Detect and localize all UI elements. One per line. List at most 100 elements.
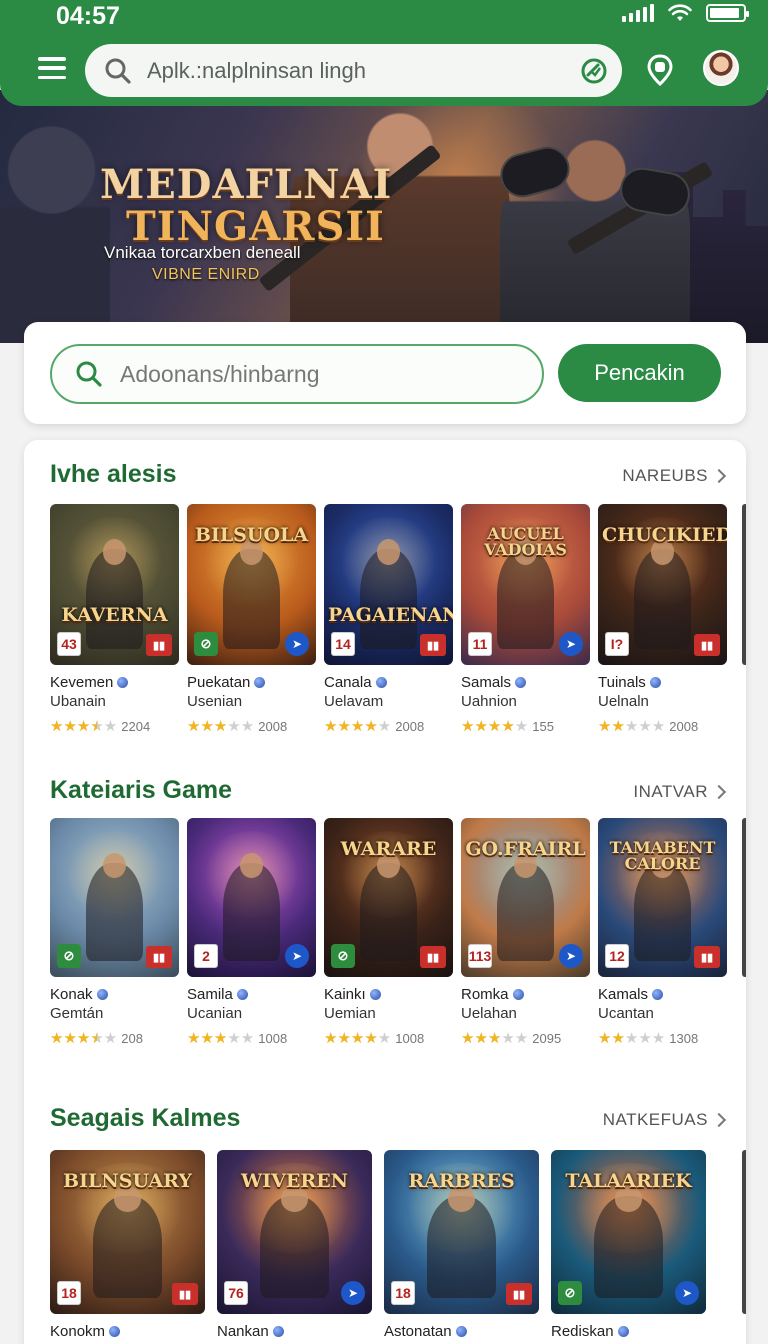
publisher-logo-icon: ▮▮ (146, 946, 172, 968)
game-thumbnail[interactable]: TALAARIEK ⊘ ➤ (551, 1150, 706, 1314)
game-thumbnail[interactable]: CHUCIKIED I? ▮▮ (598, 504, 727, 665)
game-thumbnail[interactable]: BILNSUARY 18 ▮▮ (50, 1150, 205, 1314)
compass-icon: ➤ (285, 944, 309, 968)
game-card[interactable]: WIVEREN 76 ➤ Nankan (217, 1150, 372, 1340)
rating-row: ★★★★★★★★★★2008 (324, 719, 453, 734)
rating-row: ★★★★★★★★★★1308 (598, 1031, 727, 1046)
game-name-row: Nankan (217, 1323, 372, 1340)
game-developer: Uelnaln (598, 693, 649, 710)
next-card-edge[interactable] (742, 818, 746, 977)
star-rating-icon: ★★★★★★★★★★ (598, 1030, 666, 1047)
publisher-logo-icon: ▮▮ (172, 1283, 198, 1305)
status-time: 04:57 (56, 2, 120, 30)
game-thumbnail[interactable]: BILSUOLA ⊘ ➤ (187, 504, 316, 665)
rating-icon: ⊘ (558, 1281, 582, 1305)
rating-count: 2008 (669, 719, 699, 734)
game-card[interactable]: KAVERNA 43 ▮▮ Kevemen Ubanain ★★★★★★★★★★2204 (50, 504, 179, 734)
game-developer: Ubanain (50, 693, 106, 710)
rating-row: ★★★★★★★★★★1008 (187, 1031, 316, 1046)
game-name: Tuinals (598, 674, 646, 691)
game-row: KAVERNA43▮▮KevemenUbanain★★★★★★★★★★2204B… (50, 504, 727, 734)
star-rating-icon: ★★★★★★★★★★ (461, 1030, 529, 1047)
game-thumbnail[interactable]: WIVEREN 76 ➤ (217, 1150, 372, 1314)
game-developer: Usenian (187, 693, 243, 710)
game-name-row: Konak (50, 986, 179, 1003)
game-card[interactable]: AUCUEL VADOIAS 11 ➤ Samals Uahnion ★★★★★★★★★★… (461, 504, 590, 734)
next-card-edge[interactable] (742, 1150, 746, 1314)
game-card[interactable]: BILSUOLA ⊘ ➤ Puekatan Usenian ★★★★★★★★★★2008 (187, 504, 316, 734)
globe-icon (236, 989, 248, 1000)
rating-count: 1008 (395, 1031, 425, 1046)
game-name-row: Romka (461, 986, 590, 1003)
game-card[interactable]: TALAARIEK ⊘ ➤ Rediskan (551, 1150, 706, 1340)
game-card[interactable]: WARARE ⊘ ▮▮ Kainkı Uemian ★★★★★★★★★★1008 (324, 818, 453, 1046)
game-card[interactable]: RARBRES 18 ▮▮ Astonatan (384, 1150, 539, 1340)
search-input[interactable]: Adoonans/hinbarng (50, 344, 544, 404)
game-row: ⊘▮▮ Konak Gemtán ★★★★★★★★★★208 2➤SamilaUcani… (50, 818, 727, 1046)
wifi-icon (668, 4, 692, 21)
game-developer: Uemian (324, 1005, 376, 1022)
publisher-logo-icon: ▮▮ (146, 634, 172, 656)
star-rating-icon: ★★★★★★★★★★ (50, 718, 118, 735)
see-more-link[interactable]: NAREUBS (622, 466, 727, 486)
section-title: Kateiaris Game (50, 776, 233, 804)
see-more-link[interactable]: NATKEFUAS (603, 1110, 727, 1130)
globe-icon (512, 989, 524, 1000)
game-name: Kainkı (324, 986, 366, 1003)
thumbnail-title: GO.FRAIRL (465, 838, 586, 860)
game-name-row: Konokm (50, 1323, 205, 1340)
game-thumbnail[interactable]: TAMABENT CALORE 12 ▮▮ (598, 818, 727, 977)
ai-icon[interactable] (580, 57, 608, 85)
globe-icon (272, 1326, 284, 1337)
game-name: Konak (50, 986, 93, 1003)
game-list-card: Ivhe alesis NAREUBS KAVERNA 43 ▮▮ Kevemen Ub… (24, 440, 746, 1344)
game-name: Astonatan (384, 1323, 452, 1340)
game-card[interactable]: BILNSUARY 18 ▮▮ Konokm (50, 1150, 205, 1340)
thumbnail-title: BILSUOLA (194, 524, 309, 546)
game-thumbnail[interactable]: WARARE ⊘ ▮▮ (324, 818, 453, 977)
star-rating-icon: ★★★★★★★★★★ (50, 1030, 118, 1047)
game-name-row: Astonatan (384, 1323, 539, 1340)
game-card[interactable]: TAMABENT CALORE 12 ▮▮ Kamals Ucantan ★★★★★★★★… (598, 818, 727, 1046)
game-name-row: Canala (324, 674, 453, 691)
game-developer: Uahnion (461, 693, 517, 710)
game-thumbnail[interactable]: AUCUEL VADOIAS 11 ➤ (461, 504, 590, 665)
publisher-logo-icon: ▮▮ (694, 946, 720, 968)
top-search-bar[interactable]: Aplk.:nalplninsan lingh (85, 44, 622, 97)
chevron-right-icon (711, 1112, 727, 1128)
game-card[interactable]: GO.FRAIRL 113 ➤ Romka Uelahan ★★★★★★★★★★2095 (461, 818, 590, 1046)
game-card[interactable]: ⊘ ▮▮ Konak Gemtán ★★★★★★★★★★208 (50, 818, 179, 1046)
next-card-edge[interactable] (742, 504, 746, 665)
game-name: Romka (461, 986, 509, 1003)
game-thumbnail[interactable]: RARBRES 18 ▮▮ (384, 1150, 539, 1314)
rating-count: 2095 (532, 1031, 562, 1046)
publisher-logo-icon: ▮▮ (694, 634, 720, 656)
game-thumbnail[interactable]: ⊘ ▮▮ (50, 818, 179, 977)
globe-icon (375, 677, 387, 688)
see-more-link[interactable]: INATVAR (633, 782, 727, 802)
game-developer: Gemtán (50, 1005, 104, 1022)
game-thumbnail[interactable]: 2 ➤ (187, 818, 316, 977)
search-button[interactable]: Pencakin (558, 344, 721, 402)
rating-row: ★★★★★★★★★★208 (50, 1031, 179, 1046)
game-developer: Uelahan (461, 1005, 517, 1022)
top-search-placeholder: Aplk.:nalplninsan lingh (147, 57, 366, 83)
profile-avatar[interactable] (703, 50, 739, 86)
rating-icon: ⊘ (194, 632, 218, 656)
compass-icon: ➤ (675, 1281, 699, 1305)
menu-icon[interactable] (38, 57, 66, 79)
game-thumbnail[interactable]: PAGAIENAN 14 ▮▮ (324, 504, 453, 665)
promo-banner[interactable]: MEDAFLNAI TINGARSII Vnikaa torcarxben de… (0, 90, 768, 343)
game-card[interactable]: CHUCIKIED I? ▮▮ Tuinals Uelnaln ★★★★★★★★★★200… (598, 504, 727, 734)
rating-count: 1308 (669, 1031, 699, 1046)
game-thumbnail[interactable]: GO.FRAIRL 113 ➤ (461, 818, 590, 977)
game-name: Puekatan (187, 674, 251, 691)
compass-icon: ➤ (341, 1281, 365, 1305)
rating-row: ★★★★★★★★★★155 (461, 719, 590, 734)
game-card[interactable]: 2➤SamilaUcanian★★★★★★★★★★1008 (187, 818, 316, 1046)
star-rating-icon: ★★★★★★★★★★ (598, 718, 666, 735)
game-card[interactable]: PAGAIENAN 14 ▮▮ Canala Uelavam ★★★★★★★★★★2008 (324, 504, 453, 734)
location-pin-icon[interactable] (646, 54, 674, 86)
banner-title: MEDAFLNAI TINGARSII (100, 164, 392, 248)
game-thumbnail[interactable]: KAVERNA 43 ▮▮ (50, 504, 179, 665)
